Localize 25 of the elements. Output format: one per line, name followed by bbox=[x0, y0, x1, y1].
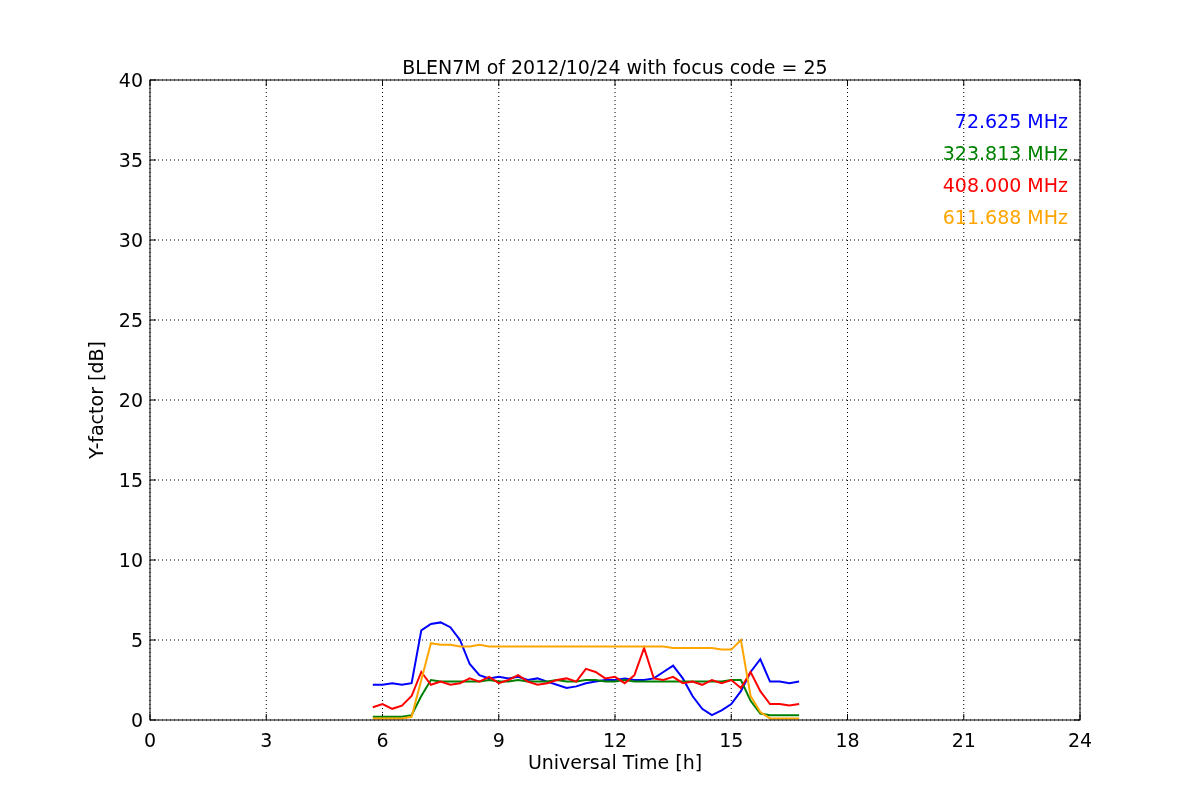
x-tick-label: 21 bbox=[951, 729, 976, 751]
y-tick-label: 30 bbox=[118, 229, 143, 251]
legend-label: 323.813 MHz bbox=[942, 142, 1068, 164]
x-tick-label: 0 bbox=[143, 729, 157, 751]
chart-title: BLEN7M of 2012/10/24 with focus code = 25 bbox=[402, 56, 828, 78]
x-tick-label: 12 bbox=[602, 729, 628, 751]
x-tick-label: 9 bbox=[492, 729, 505, 751]
x-axis-label: Universal Time [h] bbox=[527, 751, 703, 773]
y-tick-label: 40 bbox=[118, 69, 143, 91]
legend-label: 72.625 MHz bbox=[954, 110, 1068, 132]
x-tick-label: 6 bbox=[376, 729, 389, 751]
y-tick-label: 25 bbox=[118, 309, 143, 331]
y-tick-label: 15 bbox=[118, 469, 143, 491]
x-tick-label: 3 bbox=[260, 729, 273, 751]
x-tick-label: 18 bbox=[835, 729, 860, 751]
y-tick-label: 5 bbox=[130, 629, 143, 651]
x-tick-label: 24 bbox=[1067, 729, 1093, 751]
x-tick-label: 15 bbox=[719, 729, 744, 751]
legend-label: 408.000 MHz bbox=[942, 174, 1068, 196]
y-tick-label: 10 bbox=[118, 549, 143, 571]
y-axis-label: Y-factor [dB] bbox=[85, 341, 107, 459]
y-tick-label: 0 bbox=[130, 709, 143, 731]
legend-label: 611.688 MHz bbox=[942, 206, 1068, 228]
y-tick-label: 35 bbox=[118, 149, 143, 171]
y-tick-label: 20 bbox=[118, 389, 143, 411]
